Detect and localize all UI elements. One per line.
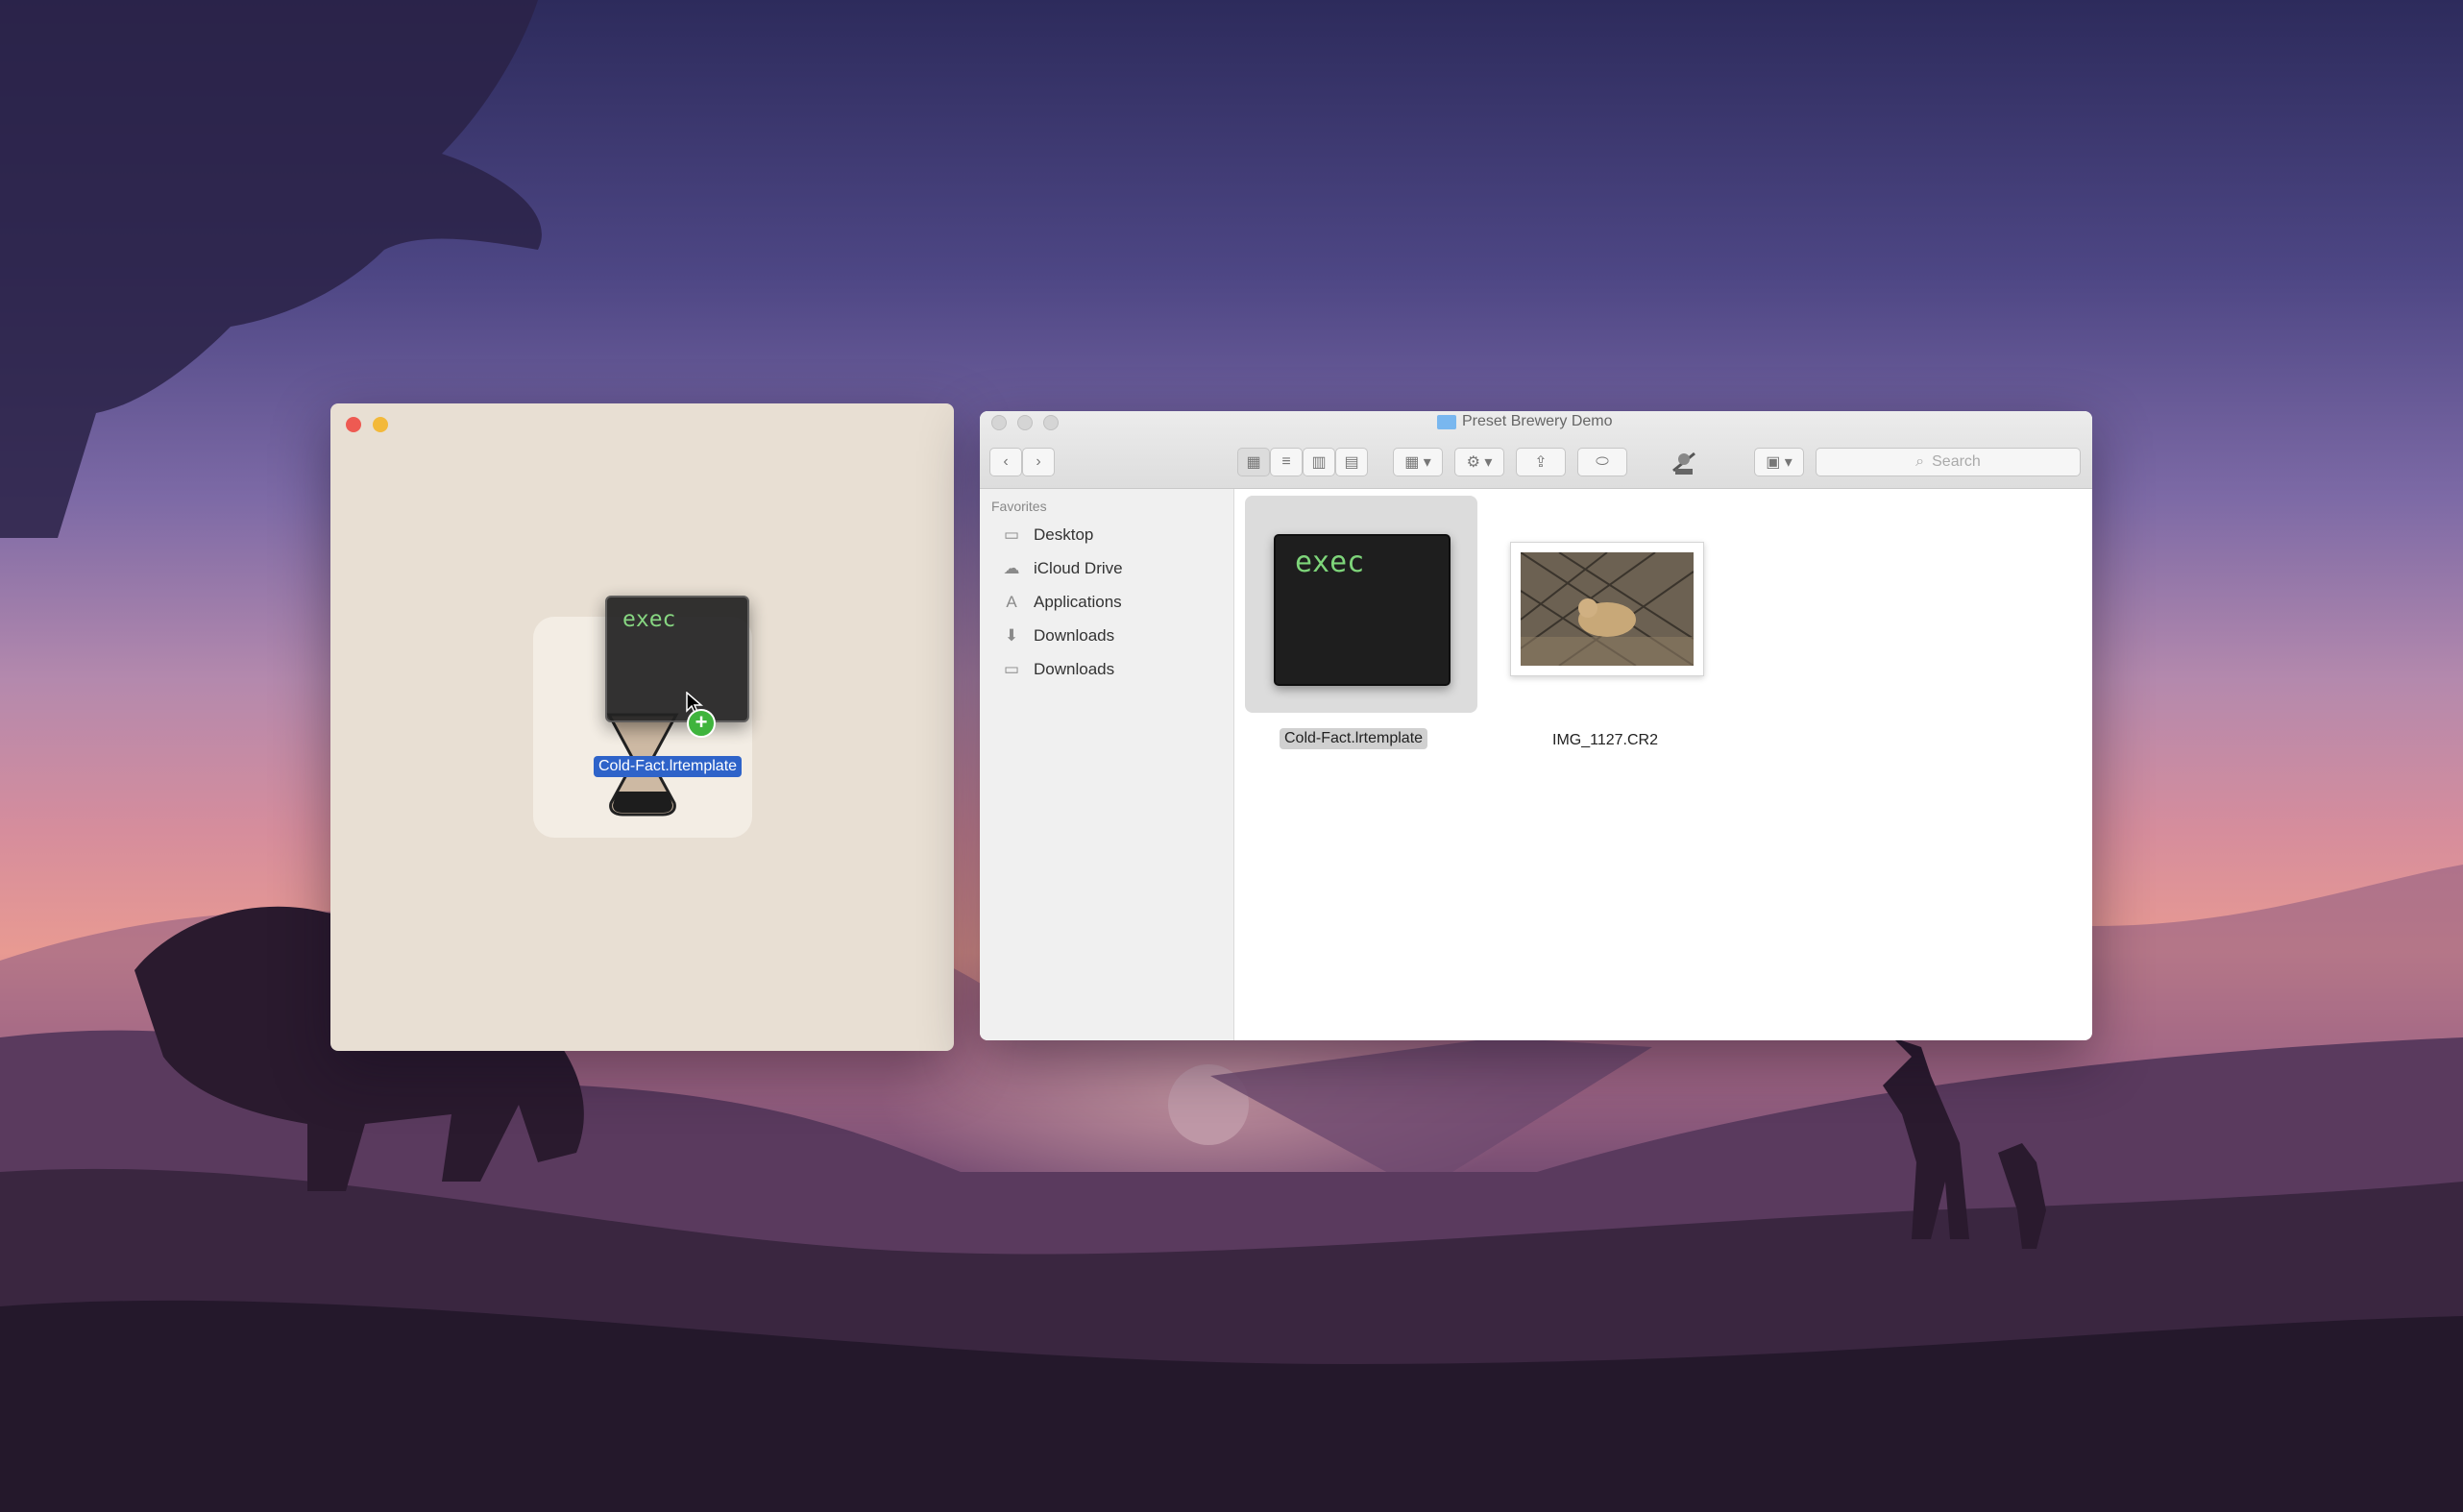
- finder-window: Preset Brewery Demo ‹ › ▦ ≡ ▥ ▤ ▦ ▾ ⚙ ▾ …: [980, 411, 2092, 1040]
- share-button[interactable]: ⇪: [1516, 448, 1566, 476]
- sidebar-item-downloads-folder[interactable]: ▭ Downloads: [1001, 660, 1114, 679]
- app-toolbar-icon[interactable]: [1668, 446, 1700, 478]
- sidebar-header: Favorites: [991, 499, 1047, 514]
- zoom-button[interactable]: [1043, 415, 1059, 430]
- back-button[interactable]: ‹: [989, 448, 1022, 476]
- exec-text: exec: [1295, 546, 1365, 579]
- column-view-button[interactable]: ▥: [1303, 448, 1335, 476]
- tags-button[interactable]: ⬭: [1577, 448, 1627, 476]
- file-name-label: Cold-Fact.lrtemplate: [1280, 728, 1428, 749]
- list-view-button[interactable]: ≡: [1270, 448, 1303, 476]
- search-input[interactable]: ⌕ Search: [1816, 448, 2081, 476]
- minimize-button[interactable]: [1017, 415, 1033, 430]
- sidebar-item-applications[interactable]: A Applications: [1001, 593, 1121, 612]
- dragged-file-label: Cold-Fact.lrtemplate: [594, 756, 743, 777]
- applications-icon: A: [1006, 593, 1017, 611]
- action-gear-button[interactable]: ⚙ ▾: [1454, 448, 1504, 476]
- close-button[interactable]: [346, 417, 361, 432]
- photo-thumbnail-icon: [1521, 552, 1694, 666]
- sidebar-item-desktop[interactable]: ▭ Desktop: [1001, 525, 1093, 545]
- sidebar: Favorites ▭ Desktop ☁ iCloud Drive A App…: [980, 489, 1234, 1040]
- exec-text: exec: [622, 607, 676, 632]
- arrange-button[interactable]: ▦ ▾: [1393, 448, 1443, 476]
- sidebar-item-downloads[interactable]: ⬇ Downloads: [1001, 626, 1114, 646]
- exec-file-icon: exec: [1274, 534, 1451, 686]
- plus-badge-icon: +: [687, 709, 716, 738]
- file-name-label: IMG_1127.CR2: [1552, 732, 1658, 748]
- sidebar-item-icloud-drive[interactable]: ☁ iCloud Drive: [1001, 559, 1123, 578]
- finder-titlebar: Preset Brewery Demo ‹ › ▦ ≡ ▥ ▤ ▦ ▾ ⚙ ▾ …: [980, 411, 2092, 489]
- download-circle-icon: ⬇: [1004, 626, 1019, 645]
- terminal-button[interactable]: ▣ ▾: [1754, 448, 1804, 476]
- close-button[interactable]: [991, 415, 1007, 430]
- folder-icon: [1437, 414, 1456, 429]
- minimize-button[interactable]: [373, 417, 388, 432]
- gallery-view-button[interactable]: ▤: [1335, 448, 1368, 476]
- window-title: Preset Brewery Demo: [1437, 413, 1613, 430]
- file-item-img-1127[interactable]: [1510, 542, 1704, 676]
- icon-view-button[interactable]: ▦: [1237, 448, 1270, 476]
- desktop-icon: ▭: [1003, 525, 1020, 544]
- search-icon: ⌕: [1915, 453, 1925, 470]
- dragged-file-icon[interactable]: exec: [605, 596, 749, 722]
- forward-button[interactable]: ›: [1022, 448, 1055, 476]
- cloud-icon: ☁: [1003, 559, 1020, 577]
- folder-icon: ▭: [1003, 660, 1020, 678]
